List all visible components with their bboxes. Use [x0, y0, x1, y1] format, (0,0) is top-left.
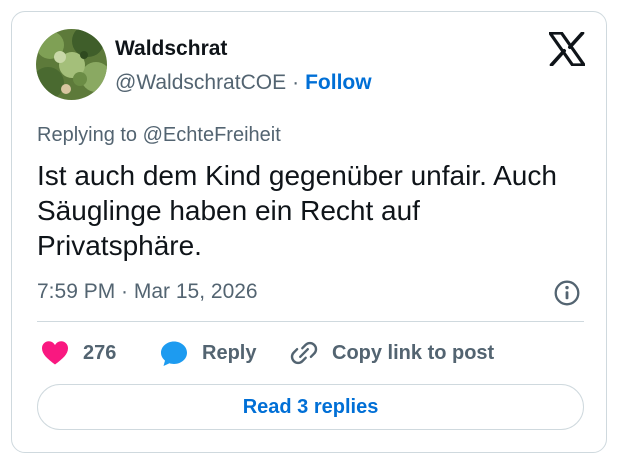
- link-icon: [290, 341, 318, 365]
- speech-bubble-icon: [161, 341, 187, 366]
- tweet-embed-card: Waldschrat @WaldschratCOE · Follow Replyin…: [11, 11, 607, 453]
- read-replies-label: Read 3 replies: [242, 395, 379, 418]
- copy-link-button[interactable]: Copy link to post: [290, 338, 494, 368]
- like-button[interactable]: 276: [41, 338, 116, 368]
- heart-icon: [42, 341, 68, 365]
- reply-button[interactable]: Reply: [160, 338, 256, 368]
- avatar-image: [36, 29, 107, 100]
- x-logo-icon[interactable]: [548, 31, 586, 67]
- replying-to-line: Replying to @EchteFreiheit: [37, 122, 281, 148]
- replying-to-prefix: Replying to: [37, 124, 138, 146]
- read-replies-button[interactable]: Read 3 replies: [37, 384, 584, 430]
- info-icon[interactable]: [554, 280, 580, 306]
- author-handle[interactable]: @WaldschratCOE: [115, 71, 286, 94]
- like-count: 276: [83, 341, 117, 364]
- replying-to-mention[interactable]: @EchteFreiheit: [143, 124, 281, 146]
- author-display-name[interactable]: Waldschrat: [115, 36, 227, 62]
- copy-link-label: Copy link to post: [332, 341, 495, 364]
- author-handle-row: @WaldschratCOE · Follow: [115, 70, 372, 96]
- reply-label: Reply: [202, 341, 257, 364]
- avatar[interactable]: [36, 29, 107, 100]
- separator-dot: ·: [292, 71, 300, 94]
- tweet-text: Ist auch dem Kind gegenüber unfair. Auch…: [37, 160, 557, 261]
- follow-button[interactable]: Follow: [305, 71, 372, 94]
- divider: [37, 321, 584, 322]
- tweet-timestamp[interactable]: 7:59 PM · Mar 15, 2026: [37, 279, 258, 305]
